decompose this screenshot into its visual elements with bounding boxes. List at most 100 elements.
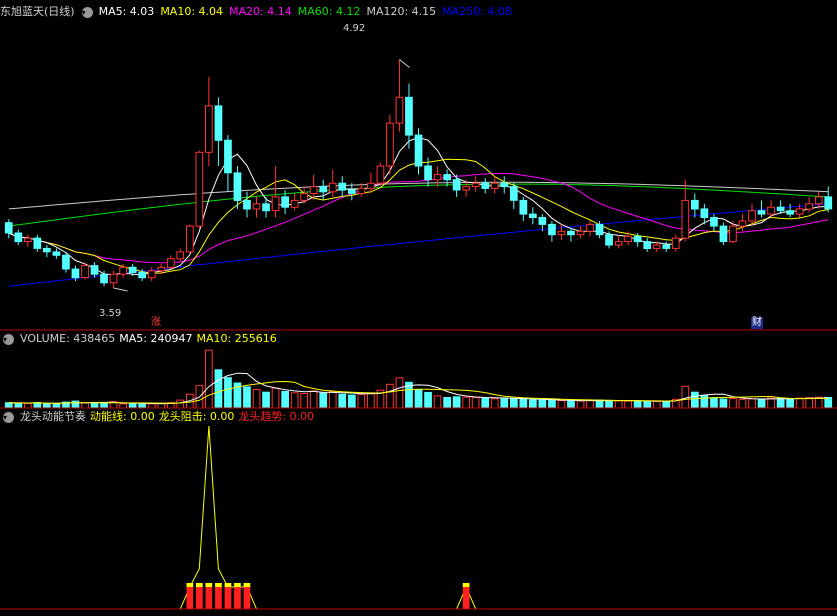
candle-body	[186, 225, 194, 253]
candle-body	[166, 258, 175, 268]
candle-body	[157, 266, 166, 272]
candle-body	[795, 208, 804, 215]
candle-body	[748, 210, 756, 222]
candle-body	[100, 273, 108, 284]
volume-ma10: MA10: 255616	[196, 332, 277, 345]
candle-body	[529, 213, 537, 219]
signal-bar	[462, 587, 470, 609]
candle-body	[691, 199, 699, 210]
volume-bar	[433, 395, 442, 409]
candle-body	[452, 179, 461, 191]
signal-bar	[224, 587, 232, 609]
candle-body	[224, 139, 232, 174]
volume-bar	[738, 398, 747, 409]
candle-body	[805, 203, 813, 210]
candle-body	[757, 210, 766, 215]
candle-body	[109, 273, 118, 284]
collapse-toggle-icon[interactable]: ▾	[3, 411, 14, 423]
candle-body	[567, 230, 575, 236]
price-panel	[4, 59, 833, 292]
volume-bar	[100, 402, 108, 409]
volume-bar	[490, 398, 499, 409]
volume-bar	[271, 387, 280, 409]
volume-bar	[614, 400, 623, 409]
collapse-toggle-icon[interactable]: ▾	[3, 333, 14, 345]
candle-body	[643, 241, 652, 250]
volume-bar	[748, 398, 756, 409]
volume-bar	[710, 397, 718, 409]
candle-body	[681, 199, 690, 239]
high-price-label: 4.92	[343, 23, 366, 34]
candle-body	[443, 174, 451, 181]
volume-bar	[338, 393, 347, 409]
volume-bar	[557, 400, 566, 409]
volume-bar	[224, 377, 232, 409]
low-pointer	[113, 287, 128, 292]
candle-body	[176, 251, 185, 260]
volume-bar	[24, 402, 32, 409]
volume-bar	[576, 400, 585, 409]
volume-bar	[386, 383, 394, 409]
volume-bar	[776, 398, 785, 409]
volume-bar	[348, 394, 356, 409]
candle-body	[548, 223, 556, 236]
signal-bar	[196, 587, 203, 609]
candle-body	[557, 230, 566, 236]
candle-body	[767, 206, 775, 215]
stock-name[interactable]: 东旭蓝天(日线)	[0, 4, 75, 20]
candle-body	[128, 266, 137, 273]
candle-body	[624, 235, 632, 243]
candle-body	[338, 182, 347, 191]
volume-bar	[729, 398, 737, 409]
volume-bar	[452, 396, 461, 409]
candle-body	[586, 223, 594, 232]
volume-bar	[567, 400, 575, 409]
candle-body	[500, 182, 509, 188]
momentum-line	[8, 425, 829, 610]
signal-cap	[234, 583, 241, 587]
volume-ma5: MA5: 240947	[119, 332, 193, 345]
volume-bar	[691, 391, 699, 409]
candle-body	[357, 187, 366, 195]
volume-bar	[757, 398, 766, 409]
volume-bar	[481, 397, 490, 409]
signal-cap	[243, 583, 251, 587]
signal-cap	[215, 583, 222, 587]
limit-up-marker[interactable]: 涨	[150, 317, 162, 329]
candle-body	[90, 265, 99, 275]
indicator-line1: 动能线: 0.00	[90, 410, 155, 423]
candle-body	[4, 222, 13, 234]
indicator-panel	[8, 425, 829, 610]
volume-bar	[52, 403, 61, 409]
volume-bar	[252, 389, 261, 409]
volume-bar	[529, 399, 537, 409]
volume-bar	[443, 397, 451, 409]
volume-bar	[71, 400, 80, 409]
collapse-toggle-icon[interactable]: ▾	[81, 6, 93, 18]
volume-bar	[43, 403, 51, 409]
candle-body	[81, 265, 89, 279]
candle-body	[490, 182, 499, 189]
volume-bar	[424, 391, 432, 409]
volume-bar	[319, 392, 328, 409]
candle-body	[71, 268, 80, 279]
volume-bar	[510, 398, 518, 409]
candle-body	[233, 172, 242, 201]
ma-legend-item: MA250: 4.08	[442, 5, 512, 18]
candle-body	[481, 182, 490, 189]
volume-bar	[519, 398, 528, 409]
candle-body	[367, 182, 375, 189]
finance-marker[interactable]: 财	[751, 317, 763, 329]
candle-body	[662, 244, 671, 249]
candle-body	[14, 232, 23, 243]
candle-body	[386, 122, 394, 167]
volume-bar	[128, 403, 137, 409]
signal-cap	[462, 583, 470, 587]
indicator-name[interactable]: 龙头动能节奏	[20, 409, 86, 425]
indicator-legend: ▾ 龙头动能节奏 动能线: 0.00 龙头阻击: 0.00 龙头趋势: 0.00	[0, 409, 314, 425]
volume-bar	[624, 400, 632, 409]
signal-bar	[205, 587, 213, 609]
volume-bar	[367, 392, 375, 409]
candle-body	[252, 203, 261, 210]
signal-bar	[186, 587, 194, 609]
